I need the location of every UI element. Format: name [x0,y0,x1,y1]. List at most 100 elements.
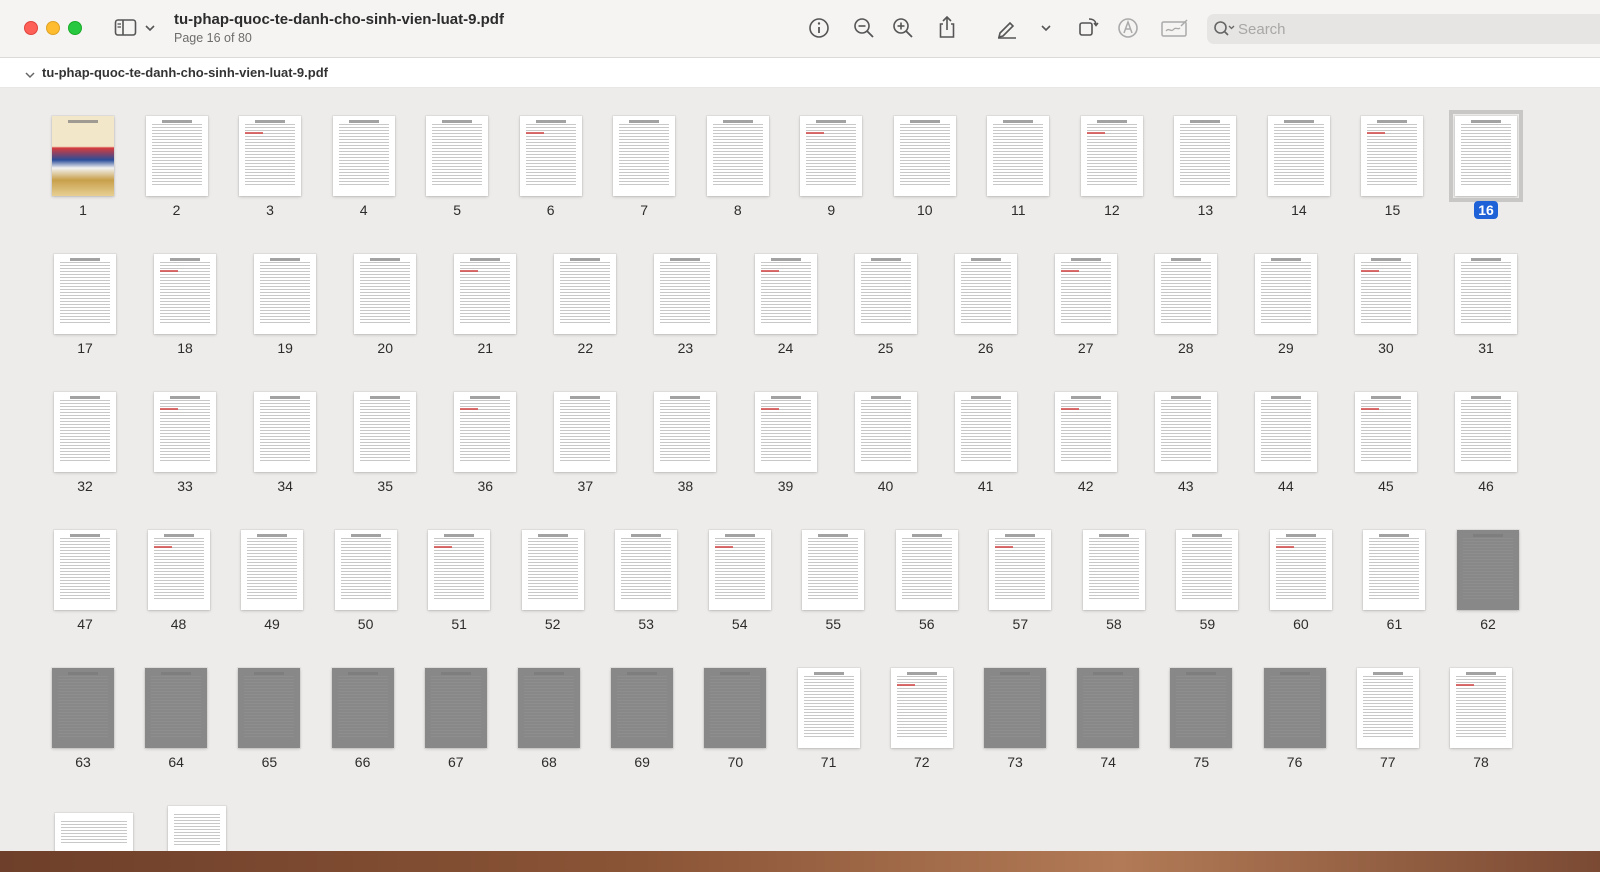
page-thumbnail[interactable] [704,668,767,748]
page-thumbnail[interactable] [52,116,114,196]
page-thumbnail[interactable] [354,392,417,472]
page-thumbnail[interactable] [145,116,208,196]
page-thumbnail[interactable] [1450,668,1512,748]
page-thumbnail[interactable] [454,254,517,334]
page-thumbnail[interactable] [1054,392,1117,472]
page-thumbnail[interactable] [611,668,674,748]
page-thumbnail[interactable] [238,668,301,748]
page-thumbnail[interactable] [1457,530,1519,610]
page-thumbnail[interactable] [1354,392,1417,472]
page-thumbnail[interactable] [424,668,487,748]
chevron-down-icon[interactable] [1040,23,1052,33]
page-thumbnail[interactable] [984,668,1046,748]
page-number-label: 48 [149,616,209,632]
zoom-out-icon[interactable] [853,17,875,39]
maximize-window-button[interactable] [68,21,82,35]
page-thumbnail[interactable] [1254,254,1317,334]
page-thumbnail[interactable] [1455,254,1517,334]
page-thumbnail[interactable] [52,668,114,748]
page-thumbnail[interactable] [1356,668,1419,748]
page-thumbnail[interactable] [1267,116,1330,196]
page-thumbnail[interactable] [954,254,1017,334]
page-thumbnail[interactable] [354,254,417,334]
page-thumbnail[interactable] [54,254,116,334]
sidebar-toggle-icon[interactable] [114,18,138,38]
close-window-button[interactable] [24,21,38,35]
page-thumbnail[interactable] [147,530,210,610]
page-thumbnail[interactable] [1170,668,1233,748]
page-thumbnail[interactable] [54,392,116,472]
page-thumbnail[interactable] [428,530,491,610]
page-thumbnail[interactable] [802,530,865,610]
page-thumbnail[interactable] [1054,254,1117,334]
page-thumbnail[interactable] [331,668,394,748]
page-thumbnail[interactable] [239,116,302,196]
page-thumbnail[interactable] [426,116,489,196]
thumbnail-text-lines [899,124,950,186]
page-thumbnail[interactable] [854,392,917,472]
page-thumbnail[interactable] [854,254,917,334]
search-input[interactable]: Search [1207,14,1600,44]
page-thumbnail[interactable] [987,116,1050,196]
page-thumbnail[interactable] [241,530,304,610]
page-thumbnail[interactable] [895,530,958,610]
page-thumbnail[interactable] [1354,254,1417,334]
page-thumbnail[interactable] [1154,254,1217,334]
page-thumbnail[interactable] [154,254,217,334]
page-thumbnail[interactable] [1361,116,1424,196]
page-thumbnail[interactable] [708,530,771,610]
highlight-pen-icon[interactable] [996,17,1018,39]
page-thumbnail[interactable] [989,530,1052,610]
breadcrumb-file-label[interactable]: tu-phap-quoc-te-danh-cho-sinh-vien-luat-… [42,65,328,80]
zoom-in-icon[interactable] [892,17,914,39]
thumbnail-header [1270,258,1301,261]
page-thumbnail[interactable] [254,392,317,472]
page-thumbnail[interactable] [154,392,217,472]
page-thumbnail[interactable] [254,254,317,334]
page-thumbnail[interactable] [168,806,226,856]
page-thumbnail[interactable] [1082,530,1145,610]
page-thumbnail[interactable] [1176,530,1239,610]
page-thumbnail[interactable] [1363,530,1426,610]
page-thumbnail[interactable] [1254,392,1317,472]
markup-icon[interactable] [1117,17,1139,39]
page-thumbnail[interactable] [454,392,517,472]
page-thumbnail[interactable] [613,116,676,196]
page-thumbnail[interactable] [145,668,208,748]
info-icon[interactable] [808,17,830,39]
page-thumbnail[interactable] [1154,392,1217,472]
page-thumbnail[interactable] [654,254,717,334]
page-thumbnail[interactable] [1263,668,1326,748]
page-thumbnail[interactable] [800,116,863,196]
page-thumbnail[interactable] [334,530,397,610]
page-thumbnail[interactable] [1077,668,1140,748]
rotate-icon[interactable] [1077,16,1099,38]
page-thumbnail[interactable] [54,530,116,610]
page-thumbnail[interactable] [519,116,582,196]
page-thumbnail[interactable] [518,668,580,748]
page-thumbnail[interactable] [1269,530,1332,610]
page-thumbnail[interactable] [1174,116,1237,196]
page-thumbnail[interactable] [1455,392,1517,472]
page-thumbnail[interactable] [615,530,678,610]
page-thumbnail[interactable] [55,813,133,853]
page-thumbnail[interactable] [1080,116,1143,196]
page-thumbnail[interactable] [890,668,953,748]
page-thumbnail[interactable] [521,530,584,610]
chevron-down-icon[interactable] [24,67,36,85]
page-thumbnail[interactable] [654,392,717,472]
page-thumbnail[interactable] [954,392,1017,472]
chevron-down-icon[interactable] [144,23,156,33]
page-thumbnail[interactable] [797,668,860,748]
page-thumbnail[interactable] [554,392,617,472]
minimize-window-button[interactable] [46,21,60,35]
page-thumbnail[interactable] [706,116,769,196]
page-thumbnail[interactable] [754,392,817,472]
page-thumbnail[interactable] [554,254,617,334]
page-thumbnail[interactable] [1449,110,1523,202]
page-thumbnail[interactable] [893,116,956,196]
share-icon[interactable] [937,15,957,39]
sign-icon[interactable] [1161,18,1189,38]
page-thumbnail[interactable] [332,116,395,196]
page-thumbnail[interactable] [754,254,817,334]
